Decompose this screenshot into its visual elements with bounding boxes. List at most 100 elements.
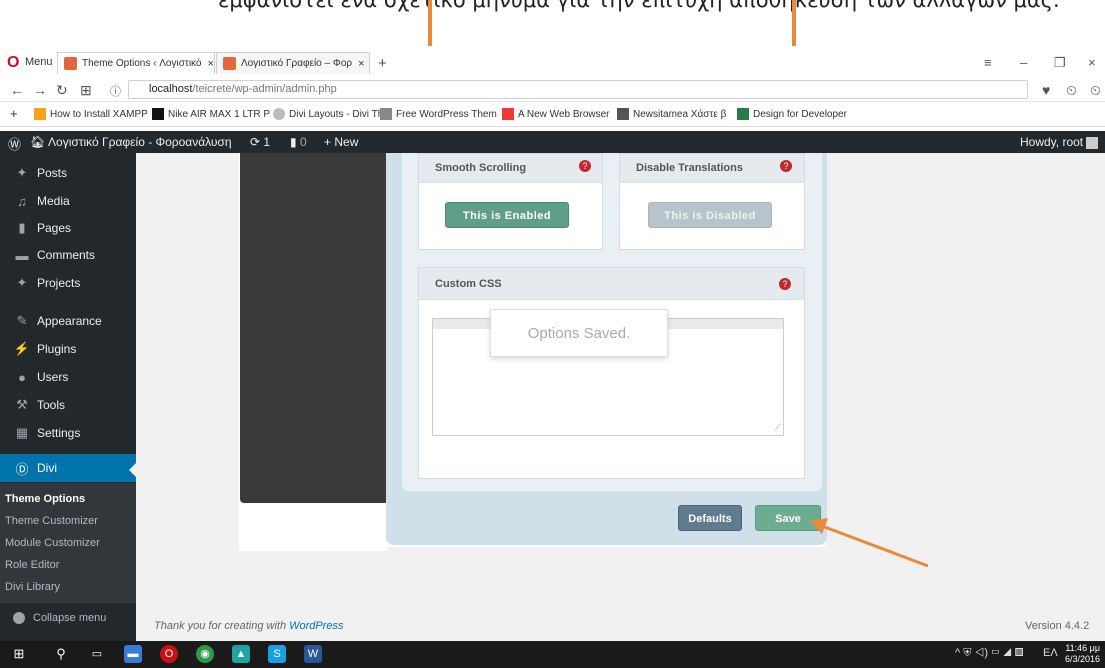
restore-icon[interactable]: ❐ — [1054, 55, 1066, 71]
opera-icon[interactable]: O — [7, 54, 19, 72]
wordpress-link[interactable]: WordPress — [289, 620, 343, 632]
new-content-link[interactable]: + New — [324, 135, 358, 149]
submenu-divi-library[interactable]: Divi Library — [0, 581, 136, 593]
main-content: Smooth Scrolling ? This is Enabled Disab… — [136, 153, 1105, 641]
url-path: /teicrete/wp-admin/admin.php — [192, 83, 337, 95]
footer-text: Thank you for creating with — [154, 620, 290, 632]
tray-icons[interactable]: ^ ⛨ ◁) ▭ ◢ ▤ — [955, 647, 1024, 660]
forward-icon[interactable]: → — [33, 82, 47, 98]
sidebar-item-posts[interactable]: ✦ Posts — [0, 159, 136, 187]
site-name-link[interactable]: Λογιστικό Γραφείο - Φοροανάλυση — [48, 135, 232, 149]
submenu-role-editor[interactable]: Role Editor — [0, 559, 136, 571]
admin-sidebar: ✦ Posts ♫ Media ▮ Pages ▬ Comments ✦ Projects… — [0, 153, 136, 641]
bookmark-label: Nike AIR MAX 1 LTR P — [168, 108, 271, 120]
word-icon[interactable]: W — [304, 645, 322, 663]
close-icon[interactable]: × — [202, 58, 214, 70]
explorer-icon[interactable]: ▬ — [124, 645, 142, 663]
plug-icon: ⚡ — [13, 341, 31, 356]
wordpress-icon[interactable]: Ⓦ — [8, 134, 21, 153]
new-tab-button[interactable]: + — [378, 55, 387, 72]
search-icon[interactable]: ⚲ — [52, 645, 70, 663]
disable-translations-toggle[interactable]: This is Disabled — [648, 202, 772, 228]
language-indicator[interactable]: ΕΛ — [1043, 647, 1058, 659]
media-icon: ♫ — [17, 193, 27, 209]
house-icon — [617, 108, 629, 120]
chrome-icon[interactable]: ◉ — [196, 645, 214, 663]
opera-taskbar-icon[interactable]: O — [160, 645, 178, 663]
windows-start-icon[interactable]: ⊞ — [10, 645, 28, 663]
minimize-icon[interactable]: – — [1020, 55, 1027, 70]
sidebar-item-comments[interactable]: ▬ Comments — [0, 241, 136, 269]
bookmark-item[interactable]: Nike AIR MAX 1 LTR P — [152, 108, 270, 120]
comments-link[interactable]: ▮ 0 — [290, 135, 307, 149]
site-info-icon[interactable]: ⓘ — [110, 83, 121, 99]
sidebar-item-tools[interactable]: ⚒ Tools — [0, 391, 136, 419]
sidebar-item-label: Comments — [37, 248, 96, 262]
sidebar-item-label: Divi — [37, 461, 57, 475]
sidebar-item-projects[interactable]: ✦ Projects — [0, 269, 136, 297]
home-icon[interactable]: 🏠︎ — [30, 135, 45, 149]
pin-icon: ✦ — [16, 275, 28, 290]
close-window-icon[interactable]: × — [1088, 55, 1096, 70]
back-icon[interactable]: ← — [10, 82, 24, 98]
comment-icon: ▬ — [15, 247, 29, 263]
extension-icon[interactable]: ⏲ — [1066, 82, 1077, 99]
help-icon[interactable]: ? — [780, 160, 792, 172]
current-menu-arrow — [129, 463, 136, 477]
vpn-icon[interactable]: ⏲ — [1090, 82, 1101, 99]
submenu-theme-customizer[interactable]: Theme Customizer — [0, 515, 136, 527]
footer-version: Version 4.4.2 — [1025, 620, 1090, 632]
comments-count: 0 — [299, 135, 307, 149]
defaults-button[interactable]: Defaults — [678, 505, 742, 531]
brush-icon: ✎ — [16, 313, 28, 328]
store-icon[interactable]: ▲ — [232, 645, 250, 663]
bookmark-item[interactable]: Design for Developer — [737, 108, 847, 120]
pages-icon: ▮ — [18, 220, 26, 235]
submenu-theme-options[interactable]: Theme Options — [0, 493, 136, 505]
close-icon[interactable]: × — [352, 58, 364, 70]
collapse-menu-button[interactable]: Collapse menu — [13, 612, 106, 624]
bookmark-item[interactable]: A New Web Browser — [502, 108, 610, 120]
bookmark-item[interactable]: Newsitamea Χάστε β — [617, 108, 726, 120]
bookmark-label: How to Install XAMPP — [50, 108, 148, 120]
bookmark-item[interactable]: Free WordPress Them — [380, 108, 497, 120]
browser-tabbar: O Menu Theme Options ‹ Λογιστικό × Λογισ… — [0, 46, 1105, 76]
sidebar-item-media[interactable]: ♫ Media — [0, 187, 136, 215]
collapse-icon — [13, 612, 25, 624]
url-field[interactable]: localhost/teicrete/wp-admin/admin.php — [128, 80, 1028, 99]
tab-menu-icon[interactable]: ≡ — [984, 55, 992, 70]
sidebar-item-pages[interactable]: ▮ Pages — [0, 214, 136, 242]
submenu-module-customizer[interactable]: Module Customizer — [0, 537, 136, 549]
add-bookmark-icon[interactable]: + — [10, 106, 18, 121]
option-disable-translations: Disable Translations ? This is Disabled — [619, 153, 805, 250]
system-clock[interactable]: 11:46 μμ 6/3/2016 — [1065, 643, 1100, 665]
sidebar-item-settings[interactable]: ▦ Settings — [0, 419, 136, 447]
sidebar-item-divi[interactable]: Ⓓ Divi — [0, 454, 136, 482]
tab-theme-options[interactable]: Theme Options ‹ Λογιστικό × — [57, 52, 215, 74]
user-icon: ● — [18, 369, 26, 385]
options-nav-column — [240, 153, 390, 503]
divi-icon: Ⓓ — [15, 461, 29, 477]
browser-menu[interactable]: Menu — [25, 56, 53, 68]
updates-link[interactable]: ⟳ 1 — [250, 135, 270, 149]
collapse-label: Collapse menu — [33, 612, 107, 624]
bookmark-item[interactable]: Divi Layouts - Divi Th — [273, 108, 383, 120]
tab-site[interactable]: Λογιστικό Γραφείο – Φορ × — [216, 52, 370, 74]
divi-submenu: Theme Options Theme Customizer Module Cu… — [0, 483, 136, 603]
smooth-scrolling-toggle[interactable]: This is Enabled — [445, 202, 569, 228]
sidebar-item-plugins[interactable]: ⚡ Plugins — [0, 335, 136, 363]
task-view-icon[interactable]: ▭ — [88, 645, 106, 663]
sidebar-item-users[interactable]: ● Users — [0, 363, 136, 391]
help-icon[interactable]: ? — [779, 278, 791, 290]
footer-thanks: Thank you for creating with WordPress — [154, 620, 344, 632]
bookmark-item[interactable]: How to Install XAMPP — [34, 108, 148, 120]
reload-icon[interactable]: ↻ — [56, 82, 68, 99]
sidebar-item-appearance[interactable]: ✎ Appearance — [0, 307, 136, 335]
url-host: localhost — [149, 83, 193, 95]
help-icon[interactable]: ? — [579, 160, 591, 172]
resize-handle-icon[interactable]: ⟋ — [775, 422, 781, 433]
heart-icon[interactable]: ♥ — [1042, 82, 1050, 98]
account-menu[interactable]: Howdy, root — [1020, 135, 1099, 149]
speed-dial-icon[interactable]: ⊞ — [80, 82, 92, 99]
skype-icon[interactable]: S — [268, 645, 286, 663]
